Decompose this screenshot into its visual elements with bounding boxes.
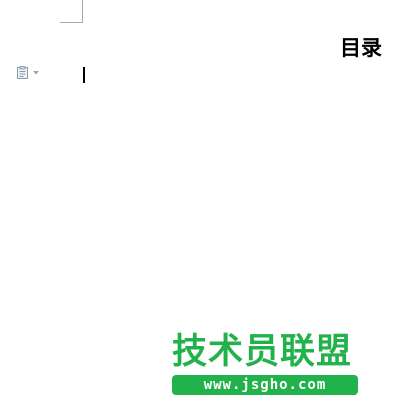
paste-options-icon bbox=[16, 66, 30, 80]
paste-options-button[interactable] bbox=[16, 66, 39, 80]
watermark-brand: 技术员联盟 bbox=[172, 332, 353, 372]
chevron-down-icon bbox=[33, 71, 39, 75]
document-title: 目录 bbox=[340, 36, 382, 60]
text-cursor bbox=[83, 67, 85, 83]
watermark: 技术员联盟 www.jsgho.com bbox=[172, 332, 358, 395]
document-page[interactable]: 目录 技术员联盟 www.jsgho.com bbox=[0, 0, 400, 400]
page-margin-corner-mark bbox=[60, 0, 83, 23]
watermark-url: www.jsgho.com bbox=[172, 375, 358, 395]
